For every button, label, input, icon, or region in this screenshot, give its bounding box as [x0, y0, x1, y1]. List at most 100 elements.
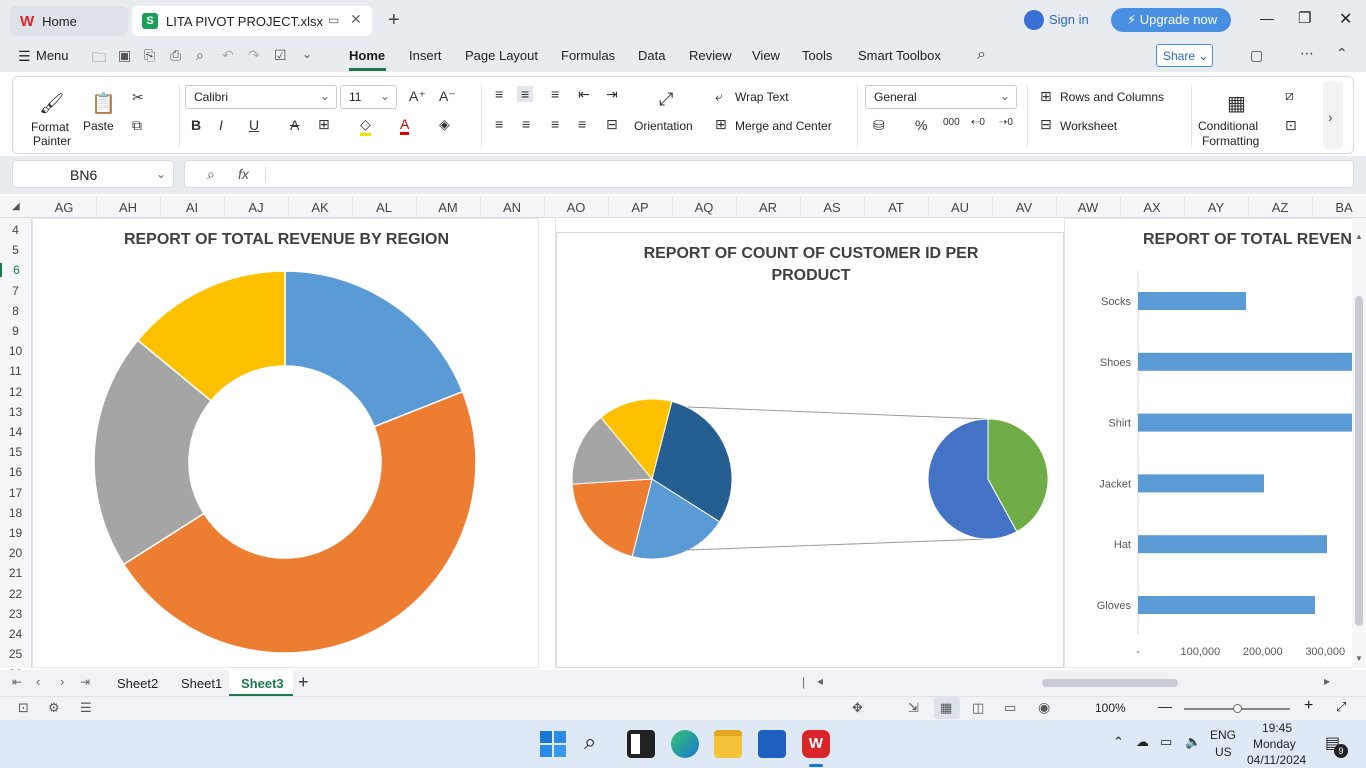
currency-icon[interactable]: ⛁: [873, 117, 885, 134]
fullscreen-icon[interactable]: ⤢: [1336, 699, 1346, 715]
row-header-9[interactable]: 9: [0, 324, 31, 338]
zoom-in-icon[interactable]: +: [1304, 697, 1313, 715]
column-header-ai[interactable]: AI: [160, 200, 224, 215]
scroll-thumb[interactable]: [1355, 296, 1363, 626]
row-header-24[interactable]: 24: [0, 627, 31, 641]
row-header-18[interactable]: 18: [0, 506, 31, 520]
row-header-6[interactable]: 6: [0, 263, 31, 278]
chart-revenue-by-region[interactable]: REPORT OF TOTAL REVENUE BY REGION: [32, 218, 539, 668]
orientation-icon[interactable]: ⤢: [659, 89, 673, 110]
row-header-13[interactable]: 13: [0, 405, 31, 419]
vertical-scrollbar[interactable]: ▲ ▼: [1352, 218, 1366, 668]
row-header-4[interactable]: 4: [0, 223, 31, 237]
tab-smart-toolbox[interactable]: Smart Toolbox: [858, 48, 941, 63]
row-header-23[interactable]: 23: [0, 607, 31, 621]
column-header-ar[interactable]: AR: [736, 200, 800, 215]
ribbon-scroll-right-icon[interactable]: ›: [1323, 81, 1343, 149]
percent-icon[interactable]: %: [915, 117, 927, 133]
search-taskbar-icon[interactable]: ⌕: [584, 729, 596, 755]
fx-icon[interactable]: fx: [238, 166, 249, 182]
search-icon[interactable]: ⌕: [977, 46, 986, 64]
scroll-down-icon[interactable]: ▼: [1355, 654, 1363, 663]
worksheet-icon[interactable]: ⊟: [1040, 116, 1052, 133]
align-bottom-icon[interactable]: ≡: [551, 86, 559, 102]
page-break-view-icon[interactable]: ▭: [1004, 700, 1016, 716]
rows-columns-icon[interactable]: ⊞: [1040, 88, 1052, 105]
tab-file[interactable]: S LITA PIVOT PROJECT.xlsx ▭ ✕: [132, 6, 372, 36]
chevron-down-icon[interactable]: ⌄: [302, 47, 312, 61]
edge-icon[interactable]: [671, 730, 699, 758]
column-header-av[interactable]: AV: [992, 200, 1056, 215]
redo-icon[interactable]: ↷: [248, 47, 260, 64]
wrap-text-icon[interactable]: ⤶: [715, 88, 723, 105]
row-header-22[interactable]: 22: [0, 587, 31, 601]
indent-increase-icon[interactable]: ⇥: [606, 86, 618, 103]
sheet-grid[interactable]: REPORT OF TOTAL REVENUE BY REGION REPORT…: [32, 218, 1352, 668]
collapse-ribbon-icon[interactable]: ⌃: [1336, 45, 1348, 62]
first-sheet-icon[interactable]: ⇤: [12, 675, 22, 689]
tab-view[interactable]: View: [752, 48, 780, 63]
split-handle[interactable]: |: [802, 675, 805, 689]
window-icon[interactable]: ▭: [328, 13, 339, 27]
language-primary[interactable]: ENG: [1210, 728, 1236, 742]
chevron-up-icon[interactable]: ⌃: [1113, 734, 1124, 750]
move-icon[interactable]: ✥: [852, 700, 863, 716]
sheet-tab-sheet3[interactable]: Sheet3: [229, 670, 293, 696]
tab-tools[interactable]: Tools: [802, 48, 832, 63]
maximize-icon[interactable]: ❐: [1298, 9, 1311, 27]
customize-icon[interactable]: ☑: [274, 47, 287, 64]
row-header-10[interactable]: 10: [0, 344, 31, 358]
row-header-5[interactable]: 5: [0, 243, 31, 257]
column-header-ap[interactable]: AP: [608, 200, 672, 215]
sheet-tab-sheet2[interactable]: Sheet2: [117, 676, 158, 691]
column-header-aq[interactable]: AQ: [672, 200, 736, 215]
indent-decrease-icon[interactable]: ⇤: [578, 86, 590, 103]
record-icon[interactable]: ☰: [80, 700, 92, 716]
wps-taskbar-icon[interactable]: W: [802, 730, 830, 758]
thousands-icon[interactable]: 000: [943, 117, 960, 128]
column-header-ah[interactable]: AH: [96, 200, 160, 215]
row-header-12[interactable]: 12: [0, 385, 31, 399]
more-icon[interactable]: ⋯: [1300, 45, 1314, 62]
increase-font-icon[interactable]: A⁺: [409, 88, 426, 105]
zoom-slider-handle[interactable]: [1233, 704, 1242, 713]
scroll-left-icon[interactable]: ◂: [817, 674, 823, 688]
format-painter-label-2[interactable]: Painter: [33, 134, 71, 148]
export-icon[interactable]: ⎘: [144, 47, 155, 64]
font-size-select[interactable]: 11 ⌄: [340, 85, 397, 109]
menu-button[interactable]: Menu: [36, 48, 69, 63]
page-layout-view-icon[interactable]: ◫: [972, 700, 984, 716]
tab-review[interactable]: Review: [689, 48, 732, 63]
justify-icon[interactable]: ≡: [578, 116, 586, 132]
cell-style-icon[interactable]: ⧄: [1285, 87, 1294, 104]
row-header-14[interactable]: 14: [0, 425, 31, 439]
bold-icon[interactable]: B: [191, 117, 201, 133]
chart-count-customer-per-product[interactable]: REPORT OF COUNT OF CUSTOMER ID PER PRODU…: [556, 232, 1064, 668]
column-header-ao[interactable]: AO: [544, 200, 608, 215]
column-header-as[interactable]: AS: [800, 200, 864, 215]
table-format-icon[interactable]: ⊡: [1285, 117, 1297, 134]
scroll-right-icon[interactable]: ▸: [1324, 674, 1330, 688]
copy-icon[interactable]: ⧉: [132, 117, 142, 134]
windows-start-icon[interactable]: [539, 730, 567, 758]
borders-icon[interactable]: ⊞: [318, 116, 330, 133]
sheet-tab-sheet1[interactable]: Sheet1: [181, 676, 222, 691]
italic-icon[interactable]: I: [219, 117, 223, 133]
row-header-15[interactable]: 15: [0, 445, 31, 459]
underline-icon[interactable]: U: [249, 117, 259, 133]
column-header-ak[interactable]: AK: [288, 200, 352, 215]
rows-columns-button[interactable]: Rows and Columns: [1060, 90, 1164, 104]
column-header-ay[interactable]: AY: [1184, 200, 1248, 215]
new-tab-icon[interactable]: +: [388, 9, 400, 32]
align-center-icon[interactable]: ≡: [522, 116, 530, 132]
column-header-au[interactable]: AU: [928, 200, 992, 215]
normal-view-icon[interactable]: ▦: [934, 697, 960, 719]
scroll-up-icon[interactable]: ▲: [1355, 232, 1363, 241]
row-header-17[interactable]: 17: [0, 486, 31, 500]
align-top-icon[interactable]: ≡: [495, 86, 503, 102]
upgrade-button[interactable]: ⚡ Upgrade now: [1111, 8, 1231, 32]
zoom-out-icon[interactable]: —: [1158, 698, 1172, 714]
paste-icon[interactable]: 📋: [91, 91, 116, 116]
decrease-font-icon[interactable]: A⁻: [439, 88, 456, 105]
number-format-select[interactable]: General ⌄: [865, 85, 1017, 109]
